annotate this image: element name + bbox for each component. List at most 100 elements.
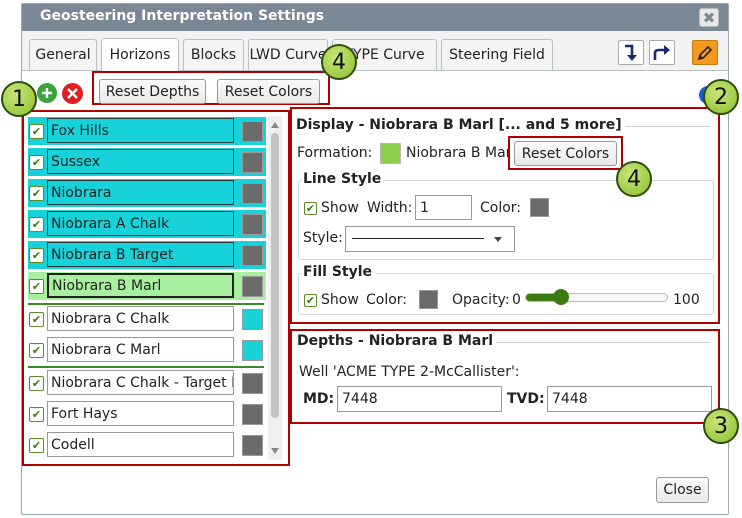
tab-general[interactable]: General (29, 39, 97, 70)
horizon-visible-checkbox[interactable] (29, 155, 44, 170)
tvd-label: TVD: (507, 391, 545, 407)
plus-circle-icon[interactable] (37, 83, 57, 103)
horizon-visible-checkbox[interactable] (29, 124, 44, 139)
share-arrow-icon[interactable] (649, 40, 675, 65)
horizon-color-swatch[interactable] (242, 435, 263, 456)
horizon-visible-checkbox[interactable] (29, 376, 44, 391)
line-width-input[interactable]: 1 (415, 195, 472, 220)
horizon-name-field[interactable]: Niobrara (47, 180, 234, 205)
well-label: Well 'ACME TYPE 2-McCallister': (299, 364, 520, 380)
horizon-color-swatch[interactable] (242, 276, 263, 297)
fill-color-label: Color: (366, 292, 408, 308)
list-item[interactable]: Niobrara B Marl (28, 272, 266, 300)
scrollbar-thumb[interactable] (271, 133, 279, 418)
horizon-name-field[interactable]: Niobrara C Chalk (47, 306, 234, 331)
horizon-name-field[interactable]: Niobrara C Chalk - Target I (47, 370, 234, 395)
fill-show-label: Show (321, 292, 359, 308)
opacity-label: Opacity: (452, 292, 510, 308)
horizon-color-swatch[interactable] (242, 152, 263, 173)
callout-badge-4-top: 4 (321, 44, 357, 80)
horizon-name-field[interactable]: Codell (47, 432, 234, 457)
reset-depths-button[interactable]: Reset Depths (99, 79, 206, 104)
horizon-name-field[interactable]: Niobrara B Marl (47, 273, 234, 298)
horizon-visible-checkbox[interactable] (29, 248, 44, 263)
fill-style-legend: Fill Style (302, 264, 376, 280)
x-circle-icon[interactable] (62, 83, 83, 104)
line-width-label: Width: (367, 200, 413, 216)
horizon-name-field[interactable]: Niobrara C Marl (47, 337, 234, 362)
formation-reset-colors-button[interactable]: Reset Colors (514, 141, 617, 166)
horizon-color-swatch[interactable] (242, 373, 263, 394)
tab-steering-field[interactable]: Steering Field (441, 39, 553, 70)
list-item[interactable]: Fort Hays (28, 401, 263, 427)
horizon-visible-checkbox[interactable] (29, 438, 44, 453)
line-style-select[interactable] (345, 226, 515, 252)
list-item[interactable]: Niobrara (28, 179, 266, 207)
fill-color-swatch[interactable] (419, 290, 438, 309)
list-item[interactable]: Niobrara C Marl (28, 337, 263, 363)
opacity-min-label: 0 (512, 292, 521, 308)
chevron-down-icon (494, 237, 502, 242)
horizon-name-field[interactable]: Niobrara B Target (47, 242, 234, 267)
horizon-visible-checkbox[interactable] (29, 279, 44, 294)
list-item[interactable]: Sussex (28, 148, 266, 176)
horizon-color-swatch[interactable] (242, 214, 263, 235)
tab-blocks[interactable]: Blocks (183, 39, 244, 70)
line-color-swatch[interactable] (530, 198, 549, 217)
close-button[interactable]: Close (656, 477, 709, 503)
horizon-visible-checkbox[interactable] (29, 343, 44, 358)
horizon-name-field[interactable]: Fox Hills (47, 118, 234, 143)
group-separator (28, 303, 264, 305)
scroll-down-icon[interactable] (270, 444, 280, 454)
display-header: Display - Niobrara B Marl [... and 5 mor… (295, 117, 625, 133)
scroll-up-icon[interactable] (270, 118, 280, 128)
list-item[interactable]: Niobrara B Target (28, 241, 266, 269)
callout-badge-4-display: 4 (616, 161, 652, 197)
fill-show-checkbox[interactable]: ✔ (304, 294, 317, 307)
line-style-label: Style: (303, 230, 343, 246)
tvd-input[interactable]: 7448 (547, 386, 712, 412)
line-show-label: Show (321, 200, 359, 216)
formation-name: Niobrara B Marl (406, 145, 510, 161)
horizon-name-field[interactable]: Fort Hays (47, 401, 234, 426)
list-item[interactable]: Fox Hills (28, 117, 266, 145)
horizon-color-swatch[interactable] (242, 309, 263, 330)
list-item[interactable]: Niobrara C Chalk - Target I (28, 370, 263, 396)
formation-color-swatch (380, 143, 401, 164)
horizon-visible-checkbox[interactable] (29, 217, 44, 232)
opacity-max-label: 100 (673, 292, 700, 308)
horizon-visible-checkbox[interactable] (29, 186, 44, 201)
group-separator (28, 366, 264, 368)
horizon-name-field[interactable]: Niobrara A Chalk (47, 211, 234, 236)
line-style-legend: Line Style (302, 171, 385, 187)
opacity-slider[interactable] (525, 289, 668, 305)
md-input[interactable]: 7448 (337, 386, 502, 412)
formation-label: Formation: (297, 145, 373, 161)
horizon-color-swatch[interactable] (242, 404, 263, 425)
list-item[interactable]: Niobrara C Chalk (28, 306, 263, 332)
tab-lwd-curve[interactable]: LWD Curve (248, 39, 328, 70)
callout-badge-1: 1 (1, 81, 37, 117)
line-show-checkbox[interactable]: ✔ (304, 202, 317, 215)
close-icon[interactable]: ✖ (699, 8, 719, 27)
depths-header: Depths - Niobrara B Marl (296, 333, 497, 349)
horizon-color-swatch[interactable] (242, 183, 263, 204)
callout-badge-2: 2 (703, 79, 739, 115)
line-color-label: Color: (480, 200, 522, 216)
horizon-color-swatch[interactable] (242, 121, 263, 142)
solid-line-preview (352, 238, 484, 239)
list-item[interactable]: Niobrara A Chalk (28, 210, 266, 238)
edit-pencil-icon[interactable] (692, 40, 718, 65)
md-label: MD: (303, 391, 335, 407)
horizon-name-field[interactable]: Sussex (47, 149, 234, 174)
horizon-color-swatch[interactable] (242, 340, 263, 361)
import-down-icon[interactable] (618, 40, 644, 65)
callout-badge-3: 3 (703, 408, 739, 444)
reset-colors-button[interactable]: Reset Colors (217, 79, 320, 104)
horizon-visible-checkbox[interactable] (29, 407, 44, 422)
tab-horizons[interactable]: Horizons (101, 38, 179, 71)
list-item[interactable]: Codell (28, 432, 263, 458)
dialog-title: Geosteering Interpretation Settings (40, 8, 325, 24)
horizon-color-swatch[interactable] (242, 245, 263, 266)
horizon-visible-checkbox[interactable] (29, 312, 44, 327)
